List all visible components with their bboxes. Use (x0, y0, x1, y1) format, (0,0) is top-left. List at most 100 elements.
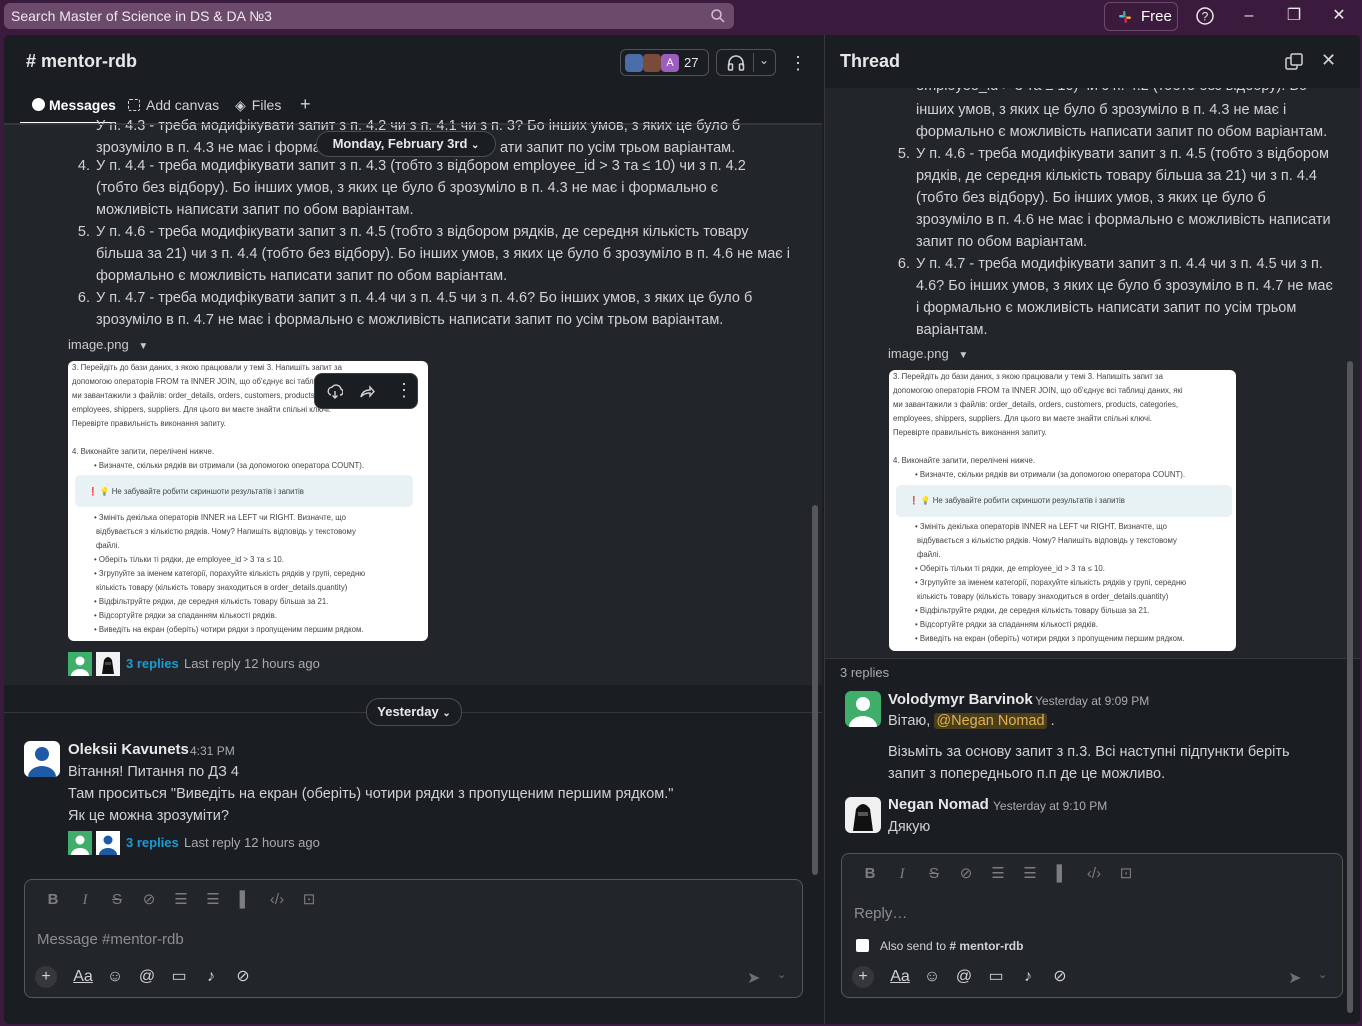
chevron-down-icon[interactable]: ⌄ (759, 53, 769, 67)
composer-actions: + Aa ☺ @ ▭ ♪ ⊘ (852, 966, 1076, 990)
chevron-down-icon[interactable]: ⌄ (1318, 968, 1327, 981)
download-icon[interactable] (327, 384, 343, 400)
chevron-down-icon[interactable]: ⌄ (777, 968, 786, 981)
send-icon[interactable]: ➤ (1288, 968, 1301, 988)
kebab-icon[interactable]: ⋮ (789, 53, 807, 73)
attachment-filename[interactable]: image.png ▼ (68, 337, 148, 352)
bullet-list-icon[interactable]: ☰ (1014, 864, 1046, 882)
image-text-line: файлі. (917, 550, 941, 559)
reply-author[interactable]: Negan Nomad (888, 796, 989, 813)
reply-input[interactable]: Reply… (854, 905, 907, 922)
emoji-icon[interactable]: ☺ (99, 968, 131, 986)
free-plan-button[interactable]: Free (1104, 2, 1178, 31)
formatting-toolbar: B I S ⊘ ☰ ☰ ▌ ‹/› ⊡ (37, 890, 325, 910)
scrollbar[interactable] (1347, 361, 1353, 1013)
text-format-icon[interactable]: Aa (67, 968, 99, 986)
image-text-line: Перевірте правильність виконання запиту. (893, 428, 1047, 437)
avatar[interactable] (845, 691, 881, 727)
thread-replies-bar[interactable]: 3 replies Last reply 12 hours ago (68, 652, 368, 676)
kebab-icon[interactable]: ⋮ (395, 380, 413, 401)
user-mention[interactable]: @Negan Nomad (934, 713, 1047, 729)
image-text-line: • Оберіть тільки ті рядки, де employee_i… (94, 555, 284, 564)
code-icon[interactable]: ‹/› (261, 891, 293, 908)
message-composer[interactable]: B I S ⊘ ☰ ☰ ▌ ‹/› ⊡ Message #mentor-rdb + Aa ☺ @ ▭ ♪ ⊘… (24, 879, 803, 998)
tab-messages[interactable]: Messages (32, 97, 116, 113)
caret-down-icon: ▼ (138, 341, 149, 352)
channel-title[interactable]: # mentor-rdb (26, 51, 137, 72)
date-divider[interactable]: Monday, February 3rd ⌄ (316, 131, 496, 157)
close-icon[interactable]: ✕ (1321, 50, 1336, 71)
day-label: Yesterday (377, 704, 439, 719)
add-tab-icon[interactable]: + (300, 94, 311, 115)
message-time[interactable]: 4:31 PM (190, 744, 235, 758)
code-icon[interactable]: ‹/› (1078, 865, 1110, 882)
image-text-line: • Відфільтруйте рядки, де середня кількі… (94, 597, 329, 606)
avatar[interactable] (24, 741, 60, 777)
send-icon[interactable]: ➤ (747, 968, 760, 988)
blockquote-icon[interactable]: ▌ (1046, 865, 1078, 882)
share-icon[interactable] (359, 384, 375, 400)
help-icon[interactable]: ? (1194, 5, 1216, 27)
strikethrough-icon[interactable]: S (101, 891, 133, 908)
image-text-line: 3. Перейдіть до бази даних, з якою працю… (893, 372, 1163, 381)
italic-icon[interactable]: I (886, 866, 918, 883)
reply-time[interactable]: Yesterday at 9:09 PM (1035, 694, 1149, 708)
ordered-list-icon[interactable]: ☰ (165, 890, 197, 908)
item-line: (тобто без відбору). Бо інших умов, з як… (96, 180, 719, 196)
video-icon[interactable]: ▭ (163, 966, 195, 986)
also-send-checkbox[interactable] (856, 939, 869, 952)
message-author[interactable]: Oleksii Kavunets (68, 741, 189, 758)
at-icon[interactable]: @ (131, 968, 163, 986)
reply-line: запит з попереднього п.п де це можливо. (888, 766, 1166, 782)
replies-count[interactable]: 3 replies (126, 835, 179, 850)
bullet-list-icon[interactable]: ☰ (197, 890, 229, 908)
shortcut-icon[interactable]: ⊘ (1044, 966, 1076, 986)
tab-files[interactable]: ◈ Files (235, 97, 281, 114)
reply-author[interactable]: Volodymyr Barvinok (888, 691, 1033, 708)
emoji-icon[interactable]: ☺ (916, 968, 948, 986)
image-text-line: • Змініть декілька операторів INNER на L… (915, 522, 1167, 531)
scrollbar[interactable] (812, 505, 818, 875)
caret-down-icon: ▼ (958, 350, 969, 361)
at-icon[interactable]: @ (948, 968, 980, 986)
plus-icon[interactable]: + (852, 966, 874, 988)
tab-label: Add canvas (146, 97, 220, 113)
huddle-button[interactable]: ⌄ (716, 49, 776, 76)
italic-icon[interactable]: I (69, 892, 101, 909)
members-button[interactable]: A 27 (620, 49, 709, 76)
mic-icon[interactable]: ♪ (1012, 968, 1044, 986)
link-icon[interactable]: ⊘ (133, 890, 165, 908)
maximize-icon[interactable]: ❐ (1283, 5, 1305, 27)
code-block-icon[interactable]: ⊡ (1110, 864, 1142, 882)
minimize-icon[interactable]: – (1238, 5, 1260, 27)
message-input[interactable]: Message #mentor-rdb (37, 931, 184, 948)
avatar[interactable] (845, 797, 881, 833)
yesterday-divider[interactable]: Yesterday ⌄ (366, 698, 462, 726)
strikethrough-icon[interactable]: S (918, 865, 950, 882)
reply-composer[interactable]: B I S ⊘ ☰ ☰ ▌ ‹/› ⊡ Reply… Also send to # mentor… (841, 853, 1343, 998)
plus-icon[interactable]: + (35, 966, 57, 988)
bold-icon[interactable]: B (854, 865, 886, 882)
thread-pane: Thread ✕ employee_id > 3 та ≤ 10) чи з п… (824, 35, 1360, 1024)
popout-icon[interactable] (1285, 53, 1303, 71)
mic-icon[interactable]: ♪ (195, 968, 227, 986)
bold-icon[interactable]: B (37, 891, 69, 908)
video-icon[interactable]: ▭ (980, 966, 1012, 986)
text-format-icon[interactable]: Aa (884, 968, 916, 986)
link-icon[interactable]: ⊘ (950, 864, 982, 882)
also-send-label: Also send to # mentor-rdb (880, 939, 1023, 953)
reply-time[interactable]: Yesterday at 9:10 PM (993, 799, 1107, 813)
image-attachment[interactable]: 3. Перейдіть до бази даних, з якою працю… (889, 370, 1236, 651)
message-line: Як це можна зрозуміти? (68, 808, 229, 824)
ordered-list-icon[interactable]: ☰ (982, 864, 1014, 882)
replies-count[interactable]: 3 replies (126, 656, 179, 671)
code-block-icon[interactable]: ⊡ (293, 890, 325, 908)
blockquote-icon[interactable]: ▌ (229, 891, 261, 908)
also-send-channel[interactable]: # mentor-rdb (949, 939, 1023, 953)
tab-add-canvas[interactable]: Add canvas (128, 97, 219, 113)
attachment-filename[interactable]: image.png ▼ (888, 346, 968, 361)
thread-replies-bar[interactable]: 3 replies Last reply 12 hours ago (68, 831, 368, 855)
search-bar[interactable]: Search Master of Science in DS & DA №3 (4, 3, 734, 29)
close-icon[interactable]: ✕ (1328, 5, 1350, 27)
shortcut-icon[interactable]: ⊘ (227, 966, 259, 986)
